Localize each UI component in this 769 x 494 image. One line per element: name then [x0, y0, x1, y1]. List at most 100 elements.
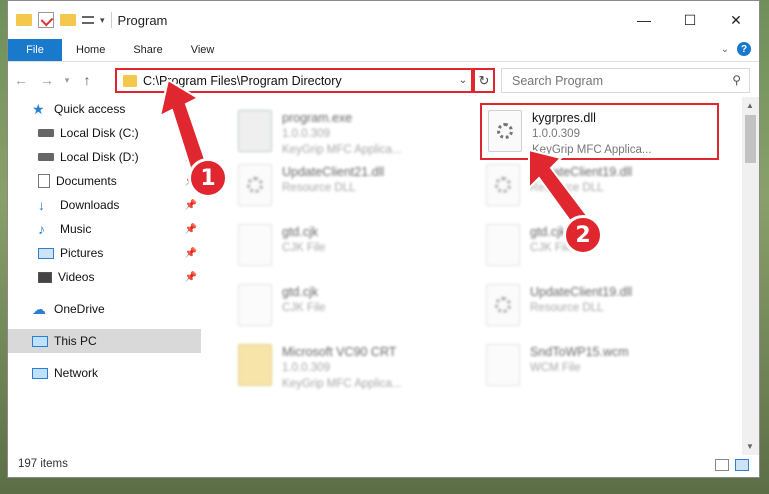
close-button[interactable]: ✕ [713, 1, 759, 39]
maximize-button[interactable]: ☐ [667, 1, 713, 39]
drive-icon [38, 129, 54, 137]
properties-icon[interactable] [38, 12, 54, 28]
expand-ribbon-icon[interactable]: ⌄ [721, 44, 729, 55]
window-controls: — ☐ ✕ [621, 1, 759, 39]
address-dropdown-icon[interactable]: ⌄ [455, 75, 471, 86]
pin-icon[interactable]: 📌 [185, 200, 197, 211]
customize-dropdown-icon[interactable]: ▾ [100, 15, 105, 26]
navigation-bar: ← → ▾ ↑ C:\Program Files\Program Directo… [8, 62, 759, 98]
file-description: KeyGrip MFC Applica... [282, 144, 402, 156]
file-tile[interactable]: gtd.cjk CJK File [232, 219, 470, 275]
ribbon-tabs: File Home Share View ⌄ ? [8, 39, 759, 62]
pin-icon[interactable]: 📌 [185, 224, 197, 235]
sidebar-item-network[interactable]: Network [8, 361, 201, 385]
sidebar-item-label: Quick access [54, 102, 126, 116]
folder-icon[interactable] [16, 14, 32, 26]
gear-icon [497, 123, 513, 139]
tab-file[interactable]: File [8, 39, 62, 61]
up-button[interactable]: ↑ [74, 72, 100, 88]
file-name: kygrpres.dll [532, 111, 596, 125]
file-name: Microsoft VC90 CRT [282, 345, 397, 359]
vertical-scrollbar[interactable]: ▲ ▼ [742, 97, 759, 455]
gear-icon [495, 177, 511, 193]
pin-icon[interactable]: 📌 [185, 272, 197, 283]
file-name: UpdateClient19.dll [530, 285, 633, 299]
refresh-button[interactable]: ↻ [473, 68, 495, 93]
file-tile[interactable]: UpdateClient19.dll Resource DLL [480, 279, 718, 335]
pin-icon[interactable]: 📌 [185, 248, 197, 259]
sidebar-item-label: Local Disk (C:) [60, 126, 139, 140]
sidebar-item-label: Local Disk (D:) [60, 150, 139, 164]
search-input[interactable] [510, 72, 714, 89]
sidebar-item-label: Videos [58, 270, 95, 284]
file-version: 1.0.0.309 [282, 128, 330, 140]
cloud-icon: ☁ [32, 301, 46, 317]
file-type: WCM File [530, 362, 581, 374]
file-name: gtd.cjk [282, 285, 319, 299]
pictures-icon [38, 247, 54, 259]
sidebar-item-label: Documents [56, 174, 117, 188]
scroll-up-icon[interactable]: ▲ [746, 101, 754, 110]
large-icons-view-icon[interactable] [735, 459, 749, 471]
scroll-thumb[interactable] [745, 115, 756, 163]
network-icon [32, 367, 48, 379]
back-button[interactable]: ← [8, 72, 34, 88]
sidebar-item-label: Network [54, 366, 99, 380]
documents-icon [38, 174, 50, 188]
sidebar-item-onedrive[interactable]: ☁ OneDrive [8, 297, 201, 321]
help-icon[interactable]: ? [737, 42, 751, 56]
view-options-icon[interactable] [82, 16, 94, 24]
minimize-button[interactable]: — [621, 1, 667, 39]
download-icon: ↓ [38, 197, 45, 213]
window-title: Program [117, 12, 168, 28]
music-icon: ♪ [38, 221, 45, 237]
sidebar-item-label: Pictures [60, 246, 104, 260]
sidebar-item-label: This PC [54, 334, 97, 348]
dll-file-icon [486, 284, 520, 326]
gear-icon [495, 297, 511, 313]
scroll-down-icon[interactable]: ▼ [746, 442, 754, 451]
quick-access-toolbar: ▾ [8, 12, 105, 28]
file-description: KeyGrip MFC Applica... [282, 378, 402, 390]
view-buttons [715, 459, 749, 471]
details-view-icon[interactable] [715, 459, 729, 471]
title-bar: ▾ Program — ☐ ✕ [8, 1, 759, 39]
file-name: program.exe [282, 111, 353, 125]
file-name: SndToWP15.wcm [530, 345, 629, 359]
sidebar-item-videos[interactable]: Videos 📌 [8, 265, 201, 289]
tab-home[interactable]: Home [62, 44, 119, 56]
sidebar-item-label: Music [60, 222, 92, 236]
step-badge-1: 1 [188, 158, 228, 198]
cjk-file-icon [238, 284, 272, 326]
file-tile[interactable]: Microsoft VC90 CRT 1.0.0.309 KeyGrip MFC A… [232, 339, 470, 395]
drive-icon [38, 153, 54, 161]
tab-view[interactable]: View [177, 44, 229, 56]
cjk-file-icon [238, 224, 272, 266]
item-count: 197 items [18, 458, 68, 470]
file-tile[interactable]: SndToWP15.wcm WCM File [480, 339, 718, 395]
gear-icon [247, 177, 263, 193]
sidebar-item-pictures[interactable]: Pictures 📌 [8, 241, 201, 265]
videos-icon [38, 271, 52, 283]
file-tile[interactable]: gtd.cjk CJK File [232, 279, 470, 335]
file-tile[interactable]: UpdateClient21.dll Resource DLL [232, 159, 470, 215]
file-tile[interactable]: program.exe 1.0.0.309 KeyGrip MFC Applica.… [232, 105, 470, 161]
file-name: gtd.cjk [282, 225, 319, 239]
sidebar-item-label: Downloads [60, 198, 120, 212]
search-box[interactable]: ⚲ [501, 68, 750, 93]
sidebar-item-this-pc[interactable]: This PC [8, 329, 201, 353]
file-name: UpdateClient21.dll [282, 165, 385, 179]
file-version: 1.0.0.309 [282, 362, 330, 374]
wcm-file-icon [486, 344, 520, 386]
new-folder-icon[interactable] [60, 14, 76, 26]
recent-locations-icon[interactable]: ▾ [60, 75, 74, 86]
tab-share[interactable]: Share [119, 44, 176, 56]
exe-file-icon [238, 110, 272, 152]
explorer-window: ▾ Program — ☐ ✕ File Home Share View ⌄ ?… [7, 0, 760, 478]
sidebar-item-music[interactable]: ♪ Music 📌 [8, 217, 201, 241]
file-type: CJK File [282, 302, 326, 314]
search-icon[interactable]: ⚲ [732, 73, 741, 87]
forward-button[interactable]: → [34, 72, 60, 88]
